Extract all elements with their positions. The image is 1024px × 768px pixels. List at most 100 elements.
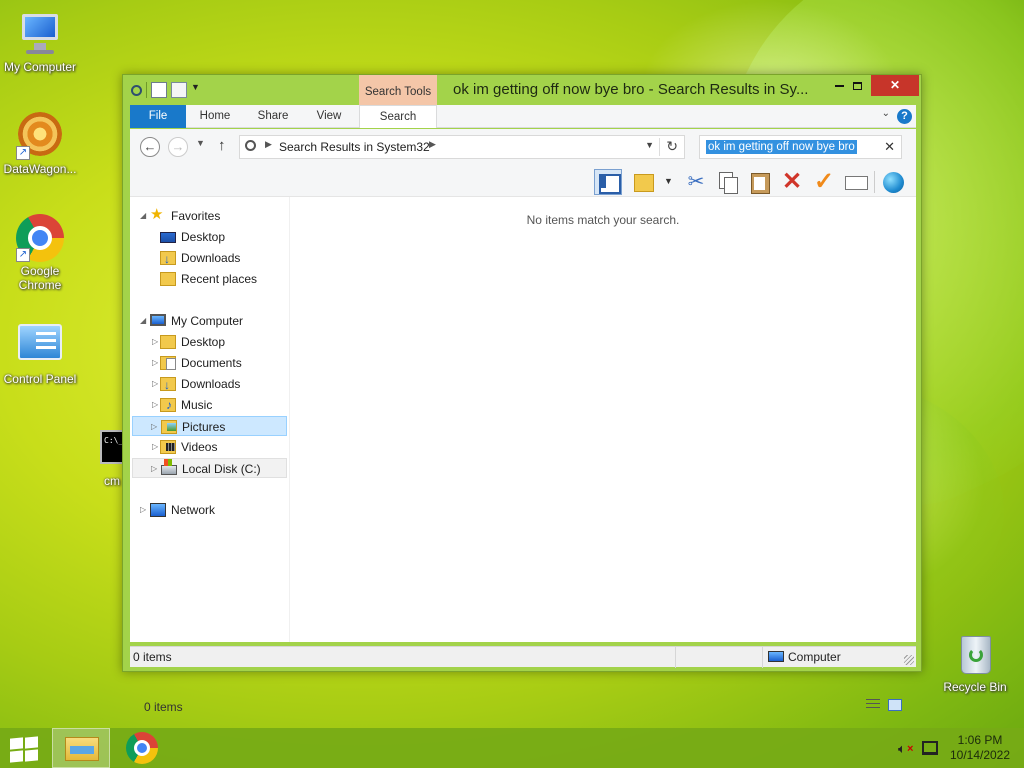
downloads-folder-icon <box>160 375 176 395</box>
clock-time: 1:06 PM <box>957 733 1003 747</box>
close-button[interactable]: ✕ <box>871 75 919 96</box>
recent-locations-chevron-icon[interactable]: ▼ <box>196 138 205 148</box>
recycle-bin-icon <box>951 630 999 678</box>
back-button[interactable]: ← <box>140 137 160 157</box>
collapse-chevron-icon[interactable]: ◢ <box>140 311 146 331</box>
preview-pane-button[interactable] <box>594 169 622 195</box>
globe-button[interactable] <box>880 169 908 195</box>
folder-options-chevron-icon[interactable]: ▼ <box>664 176 673 186</box>
folder-options-button[interactable] <box>630 169 658 195</box>
nav-pictures[interactable]: ▷ Pictures <box>132 416 287 436</box>
address-row: ← → ▼ ↑ ▶ Search Results in System32 ▶ ▼… <box>130 129 916 167</box>
computer-icon <box>150 314 166 326</box>
taskbar-file-explorer[interactable] <box>52 728 110 768</box>
breadcrumb[interactable]: Search Results in System32 <box>279 140 430 154</box>
downloads-folder-icon <box>160 249 176 269</box>
navigation-pane[interactable]: ◢ ★ Favorites Desktop Downloads Recent p… <box>130 197 290 642</box>
clock-date: 10/14/2022 <box>949 748 1011 762</box>
address-dropdown-icon[interactable]: ▼ <box>645 140 654 150</box>
expand-ribbon-chevron-icon[interactable]: ⌄ <box>882 108 890 119</box>
documents-folder-icon <box>160 356 176 370</box>
start-button[interactable] <box>8 736 40 763</box>
desktop-icon-control-panel[interactable]: Control Panel <box>0 322 80 386</box>
system-clock[interactable]: 1:06 PM 10/14/2022 <box>944 733 1016 763</box>
desktop-icon-label: My Computer <box>3 60 77 74</box>
resize-grip[interactable] <box>904 655 914 665</box>
expand-chevron-icon[interactable]: ▷ <box>151 459 157 479</box>
delete-button[interactable]: ✕ <box>778 169 806 195</box>
maximize-button[interactable] <box>843 75 871 96</box>
network-icon <box>150 503 166 517</box>
recent-places-icon <box>160 272 176 286</box>
videos-folder-icon <box>160 440 176 454</box>
search-icon <box>245 140 256 151</box>
expand-chevron-icon[interactable]: ▷ <box>152 395 158 415</box>
pictures-folder-icon <box>161 420 177 434</box>
taskbar-chrome[interactable] <box>126 732 158 764</box>
clear-search-icon[interactable]: ✕ <box>884 139 895 155</box>
desktop-icon-google-chrome[interactable]: ↗ Google Chrome <box>0 214 80 292</box>
computer-icon <box>16 10 64 58</box>
desktop-icon-datawagon[interactable]: ↗ DataWagon... <box>0 112 80 176</box>
star-icon: ★ <box>150 206 164 223</box>
forward-button[interactable]: → <box>168 137 188 157</box>
music-folder-icon <box>160 395 176 415</box>
expand-chevron-icon[interactable]: ▷ <box>152 437 158 457</box>
nav-local-disk[interactable]: ▷ Local Disk (C:) <box>132 458 287 478</box>
command-toolbar: ▼ ✂ ✕ ✓ <box>130 167 916 197</box>
tab-home[interactable]: Home <box>188 105 242 128</box>
status-location: Computer <box>788 650 841 664</box>
control-panel-icon <box>16 322 64 370</box>
details-view-icon[interactable] <box>866 699 880 711</box>
desktop-icon <box>160 232 176 243</box>
breadcrumb-chevron-icon[interactable]: ▶ <box>265 139 272 150</box>
empty-results-message: No items match your search. <box>526 213 680 227</box>
expand-chevron-icon[interactable]: ▷ <box>140 500 146 520</box>
quick-access-toolbar: ▼ <box>131 82 201 98</box>
maximize-icon <box>852 81 862 90</box>
desktop-icon-label: Control Panel <box>3 372 77 386</box>
expand-chevron-icon[interactable]: ▷ <box>152 374 158 394</box>
check-button[interactable]: ✓ <box>810 169 838 195</box>
status-bar: 0 items Computer <box>130 646 916 668</box>
explorer-window: ▼ Search Tools ok im getting off now bye… <box>122 74 922 714</box>
desktop-icon-recycle-bin[interactable]: Recycle Bin <box>935 630 1015 694</box>
title-bar[interactable]: ▼ Search Tools ok im getting off now bye… <box>123 75 921 105</box>
tab-share[interactable]: Share <box>244 105 302 128</box>
new-folder-icon[interactable] <box>171 82 187 98</box>
customize-qat-chevron-icon[interactable]: ▼ <box>191 82 201 98</box>
chrome-icon: ↗ <box>16 214 64 262</box>
tab-view[interactable]: View <box>304 105 354 128</box>
expand-chevron-icon[interactable]: ▷ <box>152 332 158 352</box>
search-input[interactable]: ok im getting off now bye bro ✕ <box>699 135 902 159</box>
volume-muted-icon[interactable]: 🔈︎ <box>898 741 913 757</box>
status-item-count: 0 items <box>133 650 172 664</box>
breadcrumb-chevron-icon[interactable]: ▶ <box>429 139 436 150</box>
refresh-icon[interactable]: ↻ <box>666 138 678 155</box>
ribbon-tabs: File Home Share View Search ⌄ ? <box>130 105 916 128</box>
network-tray-icon[interactable] <box>922 741 938 755</box>
desktop-icon-my-computer[interactable]: My Computer <box>0 10 80 74</box>
large-icons-view-icon[interactable] <box>888 699 902 711</box>
up-button[interactable]: ↑ <box>218 137 226 154</box>
search-tools-contextual-tab: Search Tools <box>359 75 437 105</box>
desktop-icon-label: Google Chrome <box>18 264 62 292</box>
expand-chevron-icon[interactable]: ▷ <box>151 417 157 437</box>
paste-button[interactable] <box>746 169 774 195</box>
rename-button[interactable] <box>842 169 870 195</box>
search-icon <box>131 84 142 96</box>
copy-button[interactable] <box>714 169 742 195</box>
item-count: 0 items <box>144 700 183 714</box>
tab-search[interactable]: Search <box>359 105 437 128</box>
address-bar[interactable]: ▶ Search Results in System32 ▶ ▼ ↻ <box>239 135 685 159</box>
computer-icon <box>768 651 784 663</box>
help-icon[interactable]: ? <box>897 109 912 124</box>
local-disk-icon <box>161 459 177 475</box>
expand-chevron-icon[interactable]: ▷ <box>152 353 158 373</box>
desktop-icon-label: DataWagon... <box>3 162 77 176</box>
search-input-value: ok im getting off now bye bro <box>706 140 857 154</box>
collapse-chevron-icon[interactable]: ◢ <box>140 206 146 226</box>
cut-button[interactable]: ✂ <box>682 169 710 195</box>
properties-icon[interactable] <box>151 82 167 98</box>
tab-file[interactable]: File <box>130 105 186 128</box>
